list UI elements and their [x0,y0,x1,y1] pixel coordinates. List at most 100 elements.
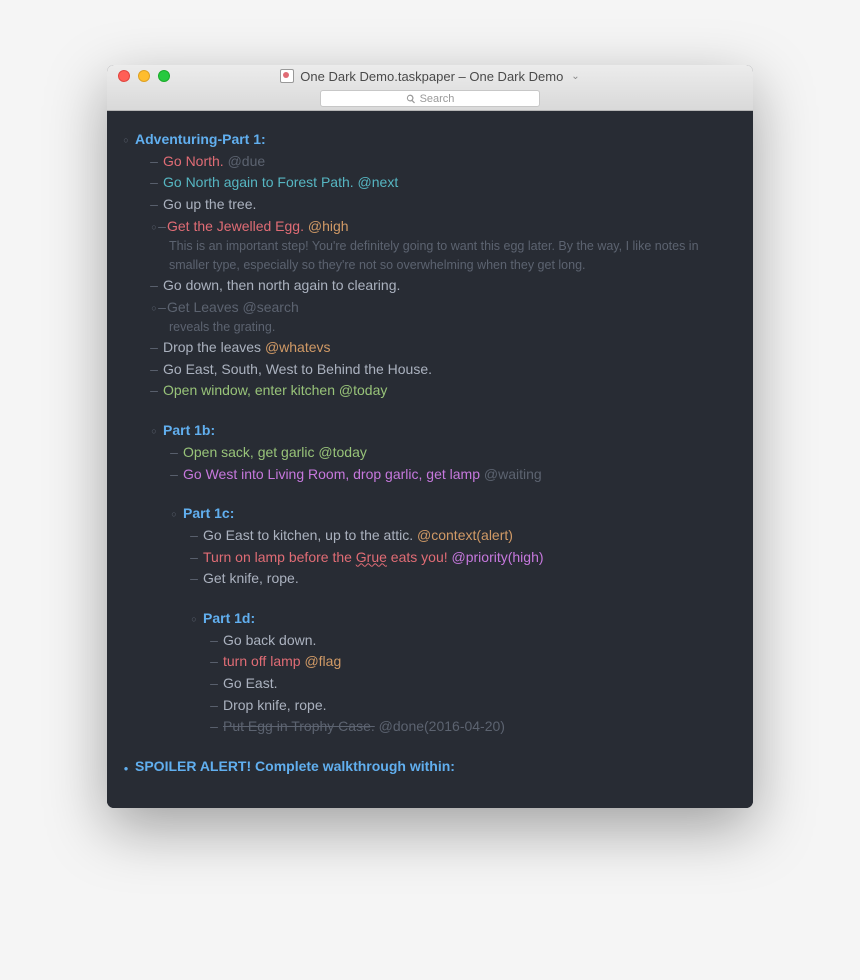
task-text: Go North. [163,153,224,169]
project-title: Part 1d: [203,608,733,630]
dash-icon[interactable] [185,547,203,569]
task-text: turn off lamp [223,653,301,669]
note-row: This is an important step! You're defini… [115,237,733,275]
tag: @due [228,153,266,169]
task-text: Open sack, get garlic [183,444,315,460]
note-text: This is an important step! You're defini… [163,237,733,275]
task-text: Go East to kitchen, up to the attic. [203,527,413,543]
handle-icon[interactable] [185,608,203,630]
search-placeholder: Search [420,93,455,105]
task-text: Turn on lamp before the Grue eats you! [203,549,448,565]
dash-icon[interactable] [185,568,203,590]
task-text: Get the Jewelled Egg. [167,218,304,234]
task-row[interactable]: Go East. [115,673,733,695]
window-title: One Dark Demo.taskpaper – One Dark Demo … [107,69,753,84]
tag: @whatevs [265,339,331,355]
handle-icon[interactable] [117,129,135,151]
search-input[interactable]: Search [320,90,540,107]
dash-icon[interactable] [145,380,163,402]
tag: @waiting [484,466,542,482]
dash-icon[interactable] [157,216,167,238]
task-text: Go West into Living Room, drop garlic, g… [183,466,480,482]
tag: @priority(high) [452,549,544,565]
tag: @next [358,174,399,190]
project-header[interactable]: SPOILER ALERT! Complete walkthrough with… [115,756,733,778]
dash-icon[interactable] [157,297,167,319]
dash-icon[interactable] [145,337,163,359]
dash-icon[interactable] [205,716,223,738]
project-title: Part 1c: [183,503,733,525]
tag: @today [318,444,366,460]
project-title: Adventuring-Part 1: [135,129,733,151]
dash-icon[interactable] [165,442,183,464]
dash-icon[interactable] [205,695,223,717]
project-title: SPOILER ALERT! Complete walkthrough with… [135,756,733,778]
handle-icon[interactable] [145,420,163,442]
task-row[interactable]: Get Leaves @search [115,297,733,319]
project-header[interactable]: Adventuring-Part 1: [115,129,733,151]
tag: @high [308,218,349,234]
task-row[interactable]: Put Egg in Trophy Case. @done(2016-04-20… [115,716,733,738]
task-text: Go East. [223,673,733,695]
close-icon[interactable] [118,70,130,82]
task-row[interactable]: turn off lamp @flag [115,651,733,673]
task-row[interactable]: Get knife, rope. [115,568,733,590]
dash-icon[interactable] [145,275,163,297]
minimize-icon[interactable] [138,70,150,82]
window-controls [107,70,170,82]
task-row[interactable]: Turn on lamp before the Grue eats you! @… [115,547,733,569]
task-row[interactable]: Drop knife, rope. [115,695,733,717]
task-row[interactable]: Open window, enter kitchen @today [115,380,733,402]
task-text: Drop the leaves [163,339,261,355]
dash-icon[interactable] [205,673,223,695]
dash-icon[interactable] [145,359,163,381]
handle-icon[interactable] [117,756,135,778]
app-window: One Dark Demo.taskpaper – One Dark Demo … [107,65,753,808]
project-header[interactable]: Part 1d: [115,608,733,630]
project-header[interactable]: Part 1c: [115,503,733,525]
task-text: Put Egg in Trophy Case. [223,718,375,734]
note-row: reveals the grating. [115,318,733,337]
task-row[interactable]: Go North. @due [115,151,733,173]
task-row[interactable]: Go back down. [115,630,733,652]
handle-icon[interactable] [165,503,183,525]
project-title: Part 1b: [163,420,733,442]
task-text: Go back down. [223,630,733,652]
task-row[interactable]: Get the Jewelled Egg. @high [115,216,733,238]
task-text: Get Leaves [167,299,239,315]
dash-icon[interactable] [165,464,183,486]
task-text: Go up the tree. [163,194,733,216]
task-row[interactable]: Go North again to Forest Path. @next [115,172,733,194]
tag: @context(alert) [417,527,513,543]
task-row[interactable]: Go East, South, West to Behind the House… [115,359,733,381]
project-header[interactable]: Part 1b: [115,420,733,442]
toolbar: Search [107,88,753,111]
task-row[interactable]: Go West into Living Room, drop garlic, g… [115,464,733,486]
chevron-down-icon: ⌄ [571,71,579,82]
task-row[interactable]: Go up the tree. [115,194,733,216]
tag: @done(2016-04-20) [379,718,505,734]
dash-icon[interactable] [145,194,163,216]
task-text: Go North again to Forest Path. [163,174,354,190]
task-text: Open window, enter kitchen [163,382,335,398]
dash-icon[interactable] [185,525,203,547]
task-row[interactable]: Drop the leaves @whatevs [115,337,733,359]
task-row[interactable]: Go East to kitchen, up to the attic. @co… [115,525,733,547]
title-text: One Dark Demo.taskpaper – One Dark Demo [300,69,563,84]
document-icon [280,69,294,83]
dash-icon[interactable] [205,651,223,673]
task-row[interactable]: Go down, then north again to clearing. [115,275,733,297]
tag: @flag [304,653,341,669]
search-icon [406,94,416,104]
maximize-icon[interactable] [158,70,170,82]
dash-icon[interactable] [145,151,163,173]
editor-area[interactable]: Adventuring-Part 1: Go North. @due Go No… [107,111,753,808]
task-text: Drop knife, rope. [223,695,733,717]
note-text: reveals the grating. [163,318,733,337]
task-row[interactable]: Open sack, get garlic @today [115,442,733,464]
tag: @today [339,382,387,398]
dash-icon[interactable] [205,630,223,652]
dash-icon[interactable] [145,172,163,194]
task-text: Get knife, rope. [203,568,733,590]
task-text: Go East, South, West to Behind the House… [163,359,733,381]
